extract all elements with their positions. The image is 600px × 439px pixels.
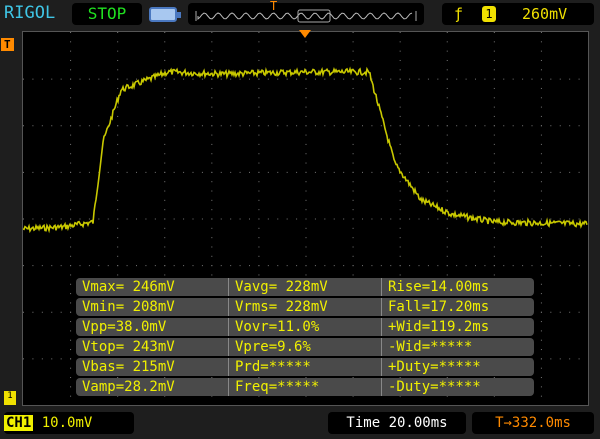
trigger-time-marker[interactable] <box>299 30 311 38</box>
channel1-scale[interactable]: CH1 10.0mV <box>4 412 134 434</box>
measurement-value: +Duty=***** <box>381 358 534 376</box>
measurement-row: Vtop= 243mV Vpre=9.6% -Wid=***** <box>76 338 534 356</box>
measurement-value: Vpp=38.0mV <box>82 319 167 335</box>
measurement-value: Freq=***** <box>228 378 381 396</box>
trigger-offset-value: 332.0ms <box>511 415 571 431</box>
trigger-info[interactable]: ƒ 1 260mV <box>442 3 594 25</box>
rising-edge-icon: ƒ <box>454 5 464 23</box>
channel1-ground-marker[interactable]: 1 <box>4 391 16 405</box>
battery-icon <box>149 7 181 22</box>
measurement-value: +Wid=119.2ms <box>381 318 534 336</box>
measurement-row: Vamp=28.2mV Freq=***** -Duty=***** <box>76 378 534 396</box>
measurement-row: Vpp=38.0mV Vovr=11.0% +Wid=119.2ms <box>76 318 534 336</box>
measurement-value: Vrms= 228mV <box>228 298 381 316</box>
measurement-value: Vamp=28.2mV <box>82 379 175 395</box>
brand-logo: RIGOL <box>4 3 56 23</box>
timebase[interactable]: Time 20.00ms <box>328 412 466 434</box>
measurement-row: Vmax= 246mV Vavg= 228mV Rise=14.00ms <box>76 278 534 296</box>
measurement-value: Vovr=11.0% <box>228 318 381 336</box>
measurement-value: Vavg= 228mV <box>228 278 381 296</box>
measurement-value: Vbas= 215mV <box>82 359 175 375</box>
measurement-value: Vtop= 243mV <box>82 339 175 355</box>
run-stop-status[interactable]: STOP <box>72 3 142 25</box>
measurement-value: Fall=17.20ms <box>381 298 534 316</box>
measurement-value: Prd=***** <box>228 358 381 376</box>
measurement-row: Vmin= 208mV Vrms= 228mV Fall=17.20ms <box>76 298 534 316</box>
measurement-table: Vmax= 246mV Vavg= 228mV Rise=14.00ms Vmin= … <box>76 278 534 398</box>
measurement-value: Rise=14.00ms <box>381 278 534 296</box>
waveform-overview-icon <box>195 9 417 23</box>
measurement-value: Vpre=9.6% <box>228 338 381 356</box>
measurement-value: Vmax= 246mV <box>82 279 175 295</box>
measurement-value: -Duty=***** <box>381 378 534 396</box>
measurement-value: -Wid=***** <box>381 338 534 356</box>
trigger-channel-badge: 1 <box>482 6 496 22</box>
volts-per-div: 10.0mV <box>41 415 93 431</box>
trigger-level: 260mV <box>522 5 568 23</box>
trigger-offset[interactable]: T→332.0ms <box>472 412 594 434</box>
channel1-trace <box>22 66 588 234</box>
trigger-level-tag: T <box>1 38 14 51</box>
channel-label: CH1 <box>4 415 34 431</box>
measurement-row: Vbas= 215mV Prd=***** +Duty=***** <box>76 358 534 376</box>
memory-overview[interactable]: T <box>188 0 424 25</box>
measurement-value: Vmin= 208mV <box>82 299 175 315</box>
